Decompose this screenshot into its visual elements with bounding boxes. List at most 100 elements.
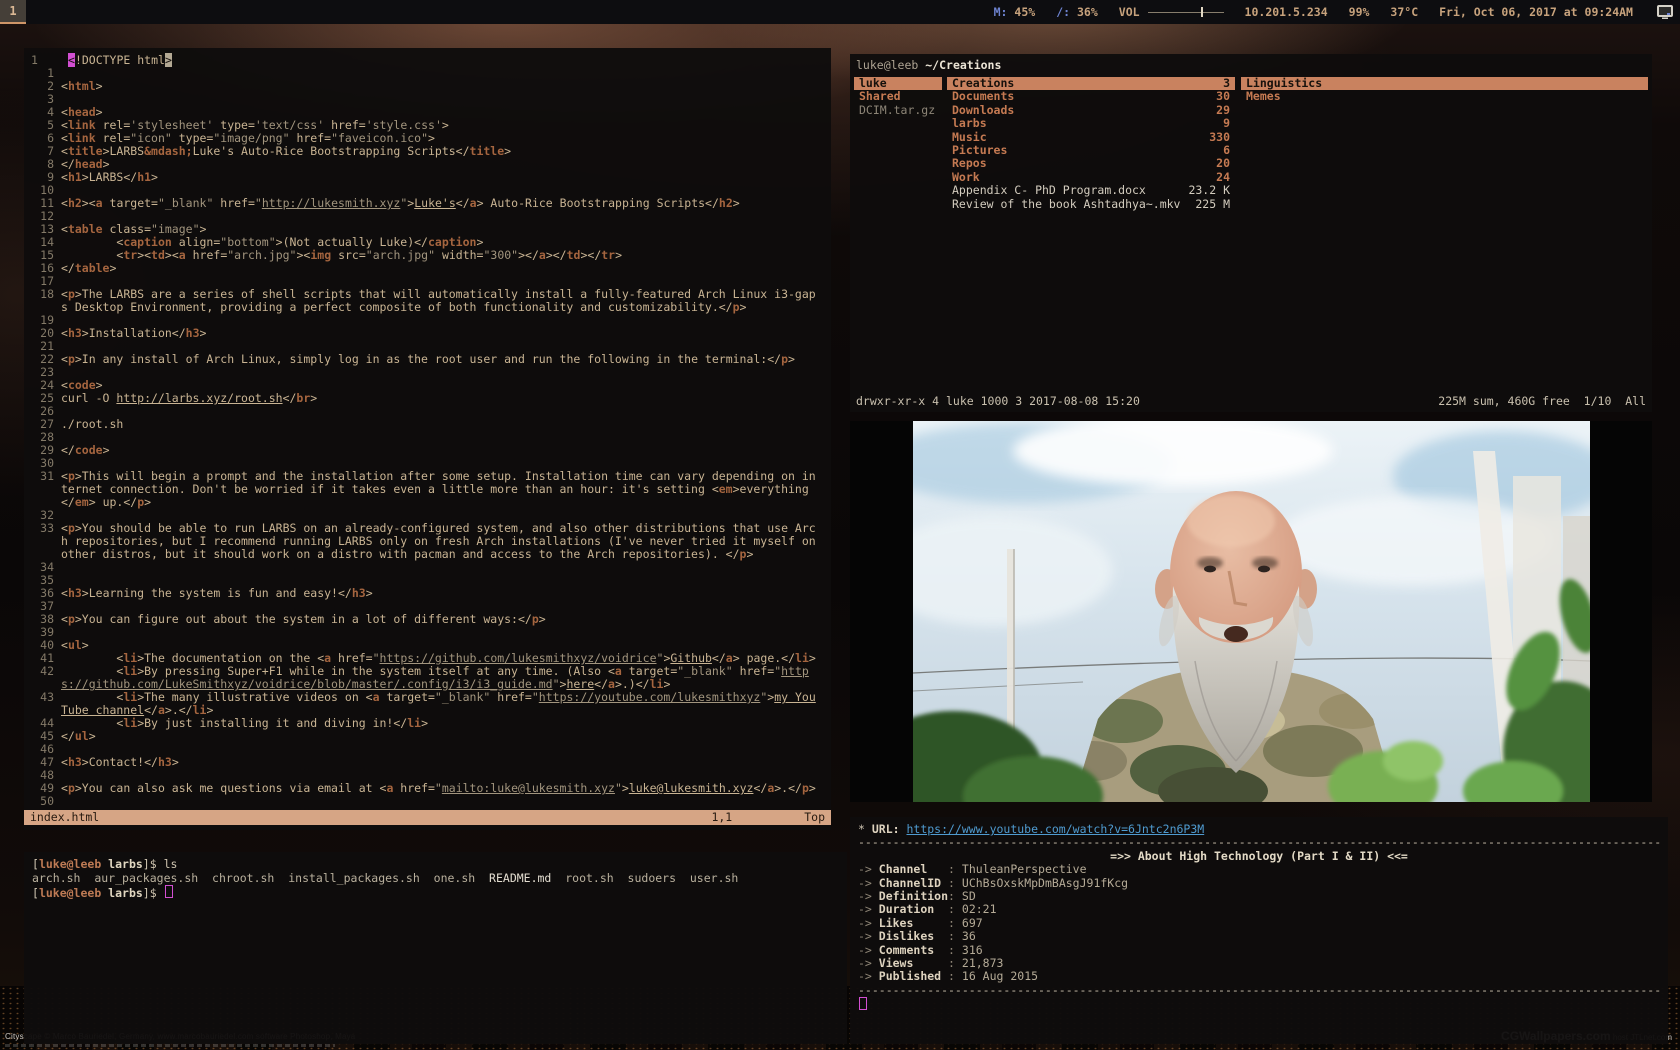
disk-usage: 225M sum, 460G free 1/10 All (1438, 395, 1646, 408)
file-manager-window[interactable]: luke@leeb ~/Creations lukeSharedDCIM.tar… (850, 54, 1652, 412)
code-line[interactable]: 33<p>You should be able to run LARBS on … (24, 522, 831, 561)
code-line[interactable]: 44 <li>By just installing it and diving … (24, 717, 831, 730)
line-text: ./root.sh (61, 418, 823, 431)
line-number: 43 (24, 691, 61, 717)
video-info-terminal[interactable]: * URL: https://www.youtube.com/watch?v=6… (850, 817, 1668, 1044)
directory-item[interactable]: Shared (854, 90, 942, 103)
arrow-icon: -> (858, 890, 879, 903)
volume-knob[interactable] (1201, 7, 1203, 17)
line-text (61, 795, 823, 808)
arrow-icon: -> (858, 917, 879, 930)
code-line[interactable]: 50 (24, 795, 831, 808)
video-metadata-definition: -> Definition: SD (858, 890, 1660, 903)
directory-item[interactable]: Creations3 (947, 77, 1235, 90)
file-item[interactable]: Review of the book Ashtadhya~.mkv225 M (947, 198, 1235, 211)
info-line: ----------------------------------------… (858, 836, 1660, 849)
code-line[interactable]: 43 <li>The many illustrative videos on <… (24, 691, 831, 717)
line-number: 42 (24, 665, 61, 691)
directory-item[interactable]: Music330 (947, 131, 1235, 144)
code-line[interactable]: 22<p>In any install of Arch Linux, simpl… (24, 353, 831, 366)
code-line[interactable]: 2<html> (24, 80, 831, 93)
field-value: 36 (962, 930, 976, 943)
volume-slider[interactable] (1148, 7, 1224, 17)
code-line[interactable]: 29</code> (24, 444, 831, 457)
field-value: SD (962, 890, 976, 903)
file-item[interactable]: Appendix C- PhD Program.docx23.2 K (947, 184, 1235, 197)
directory-item[interactable]: Documents30 (947, 90, 1235, 103)
directory-item[interactable]: Pictures6 (947, 144, 1235, 157)
field-label: Dislikes (879, 930, 948, 943)
line-text (61, 626, 823, 639)
arrow-icon: -> (858, 970, 879, 983)
video-url-link[interactable]: https://www.youtube.com/watch?v=6Jntc2n6… (906, 823, 1204, 836)
editor-window[interactable]: 1<!DOCTYPE html>1 2<html>3 4<head>5<link… (24, 48, 831, 830)
video-player-window[interactable] (850, 421, 1652, 802)
disk-icon: /: (1056, 5, 1070, 19)
line-text: <html> (61, 80, 823, 93)
code-line[interactable]: 39 (24, 626, 831, 639)
clock: Fri, Oct 06, 2017 at 09:24AM (1439, 5, 1633, 19)
video-metadata-likes: -> Likes : 697 (858, 917, 1660, 930)
item-name: Documents (952, 90, 1014, 103)
field-value: 02:21 (962, 903, 997, 916)
line-number: 18 (24, 288, 61, 314)
video-metadata-channelid: -> ChannelID : UChBsOxskMpDmBAsgJ91fKcg (858, 877, 1660, 890)
line-text: <h3>Contact!</h3> (61, 756, 823, 769)
directory-item[interactable]: Downloads29 (947, 104, 1235, 117)
line-text: <h2><a target="_blank" href="http://luke… (61, 197, 823, 210)
code-line[interactable]: 26 (24, 405, 831, 418)
directory-item[interactable]: luke (854, 77, 942, 90)
code-line[interactable]: 18<p>The LARBS are a series of shell scr… (24, 288, 831, 314)
line-text: <p>You can figure out about the system i… (61, 613, 823, 626)
memory-icon: M: (994, 5, 1008, 19)
code-line[interactable]: 47<h3>Contact!</h3> (24, 756, 831, 769)
line-text: <p>You can also ask me questions via ema… (61, 782, 823, 795)
code-line[interactable]: 31<p>This will begin a prompt and the in… (24, 470, 831, 509)
shell-command: ls (164, 857, 178, 871)
code-line[interactable]: 34 (24, 561, 831, 574)
line-text: <h3>Learning the system is fun and easy!… (61, 587, 823, 600)
terminal-left[interactable]: [luke@leeb larbs]$ lsarch.sh aur_package… (24, 852, 847, 1044)
code-line[interactable]: 27./root.sh (24, 418, 831, 431)
code-line[interactable]: 38<p>You can figure out about the system… (24, 613, 831, 626)
directory-item[interactable]: Work24 (947, 171, 1235, 184)
code-line[interactable]: 20<h3>Installation</h3> (24, 327, 831, 340)
item-count: 225 M (1187, 198, 1230, 211)
item-name: Work (952, 171, 980, 184)
code-line[interactable]: 7<title>LARBS&mdash;Luke's Auto-Rice Boo… (24, 145, 831, 158)
line-text: <h3>Installation</h3> (61, 327, 823, 340)
code-line[interactable]: 1 (24, 67, 831, 80)
code-line[interactable]: 45</ul> (24, 730, 831, 743)
code-line[interactable]: 23 (24, 366, 831, 379)
disk-module: /: 36% (1056, 5, 1098, 19)
directory-item[interactable]: Repos20 (947, 157, 1235, 170)
file-item[interactable]: DCIM.tar.gz (854, 104, 942, 117)
tray-monitor-icon[interactable] (1656, 4, 1674, 20)
item-name: Creations (952, 77, 1014, 90)
code-line[interactable]: 49<p>You can also ask me questions via e… (24, 782, 831, 795)
field-label: Definition (879, 890, 948, 903)
code-line[interactable]: 9<h1>LARBS</h1> (24, 171, 831, 184)
line-text: <li>By just installing it and diving in!… (61, 717, 823, 730)
directory-item[interactable]: larbs9 (947, 117, 1235, 130)
code-line[interactable]: 16</table> (24, 262, 831, 275)
code-line[interactable]: 3 (24, 93, 831, 106)
line-text: <li>The many illustrative videos on <a t… (61, 691, 823, 717)
line-text: </head> (61, 158, 823, 171)
line-number: 2 (24, 80, 61, 93)
editor-buffer[interactable]: 1<!DOCTYPE html>1 2<html>3 4<head>5<link… (24, 48, 831, 808)
video-info-output: * URL: https://www.youtube.com/watch?v=6… (858, 823, 1660, 1013)
directory-item[interactable]: Linguistics (1241, 77, 1648, 90)
directory-item[interactable]: Memes (1241, 90, 1648, 103)
code-line[interactable]: 11<h2><a target="_blank" href="http://lu… (24, 197, 831, 210)
prompt: larbs (101, 886, 143, 900)
code-line[interactable]: 36<h3>Learning the system is fun and eas… (24, 587, 831, 600)
code-line[interactable]: 28 (24, 431, 831, 444)
code-line[interactable]: 1<!DOCTYPE html> (24, 54, 831, 67)
code-line[interactable]: 42 <li>By pressing Super+F1 while in the… (24, 665, 831, 691)
code-line[interactable]: 15 <tr><td><a href="arch.jpg"><img src="… (24, 249, 831, 262)
field-colon: : (948, 970, 962, 983)
item-count: 6 (1215, 144, 1230, 157)
code-line[interactable]: 25curl -O http://larbs.xyz/root.sh</br> (24, 392, 831, 405)
workspace-indicator[interactable]: 1 (0, 0, 26, 24)
